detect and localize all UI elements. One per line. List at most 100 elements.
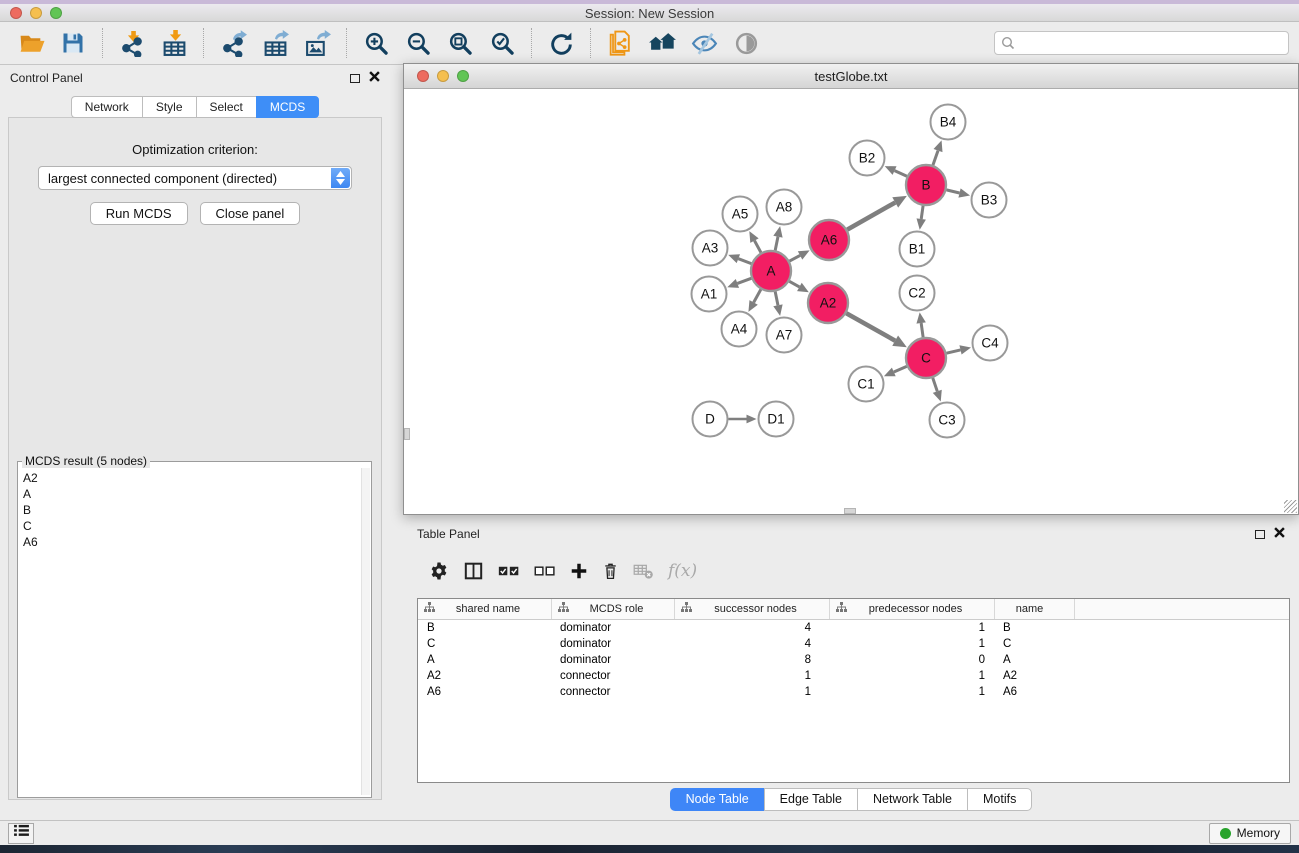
float-panel-icon[interactable]: [350, 74, 360, 83]
table-row[interactable]: Bdominator41B: [418, 620, 1289, 636]
column-header-successor-nodes[interactable]: successor nodes: [675, 599, 830, 619]
graph-edge[interactable]: [921, 323, 923, 337]
show-column-panel-icon[interactable]: [463, 561, 484, 581]
graph-edge[interactable]: [933, 378, 938, 391]
show-graphics-details-icon[interactable]: [731, 28, 761, 58]
graph-edge[interactable]: [754, 241, 760, 253]
cell-shared-name[interactable]: A2: [418, 670, 552, 682]
memory-button[interactable]: Memory: [1209, 823, 1291, 844]
graph-edge[interactable]: [738, 259, 751, 264]
zoom-fit-icon[interactable]: [445, 28, 475, 58]
open-session-icon[interactable]: [16, 28, 46, 58]
resize-grip-icon[interactable]: [1284, 500, 1297, 513]
delete-table-icon[interactable]: [633, 562, 654, 580]
tab-style[interactable]: Style: [142, 96, 196, 118]
graph-edge[interactable]: [946, 190, 959, 193]
graph-edge[interactable]: [847, 202, 895, 229]
cell-successors[interactable]: 4: [675, 622, 830, 634]
zoom-in-icon[interactable]: [361, 28, 391, 58]
import-table-icon[interactable]: [159, 28, 189, 58]
cell-mcds-role[interactable]: dominator: [552, 622, 675, 634]
close-panel-icon[interactable]: [369, 69, 380, 87]
result-scrollbar[interactable]: [361, 468, 370, 795]
delete-columns-icon[interactable]: [602, 562, 619, 581]
select-all-columns-icon[interactable]: [498, 564, 520, 578]
cell-predecessors[interactable]: 1: [830, 638, 995, 650]
column-header-name[interactable]: name: [995, 599, 1075, 619]
table-row[interactable]: Cdominator41C: [418, 636, 1289, 652]
function-builder-icon[interactable]: f(x): [668, 561, 697, 581]
graph-edge[interactable]: [775, 292, 778, 306]
cell-successors[interactable]: 8: [675, 654, 830, 666]
tab-motifs[interactable]: Motifs: [967, 788, 1032, 811]
export-table-icon[interactable]: [260, 28, 290, 58]
tab-network-table[interactable]: Network Table: [857, 788, 967, 811]
cell-name[interactable]: A: [995, 654, 1075, 666]
cell-successors[interactable]: 1: [675, 686, 830, 698]
graph-edge[interactable]: [921, 206, 923, 219]
cell-predecessors[interactable]: 1: [830, 622, 995, 634]
cell-successors[interactable]: 4: [675, 638, 830, 650]
table-settings-icon[interactable]: [429, 561, 449, 581]
column-header-mcds-role[interactable]: MCDS role: [552, 599, 675, 619]
tab-edge-table[interactable]: Edge Table: [764, 788, 857, 811]
cell-name[interactable]: C: [995, 638, 1075, 650]
mcds-result-item[interactable]: C: [21, 518, 359, 534]
graph-edge[interactable]: [790, 255, 801, 261]
canvas-horizontal-scroll-thumb[interactable]: [844, 508, 856, 514]
column-header-predecessor-nodes[interactable]: predecessor nodes: [830, 599, 995, 619]
search-input[interactable]: [994, 31, 1289, 55]
cell-successors[interactable]: 1: [675, 670, 830, 682]
apply-layout-icon[interactable]: [546, 28, 576, 58]
cell-shared-name[interactable]: C: [418, 638, 552, 650]
cell-mcds-role[interactable]: dominator: [552, 654, 675, 666]
cell-mcds-role[interactable]: connector: [552, 670, 675, 682]
cell-predecessors[interactable]: 0: [830, 654, 995, 666]
criterion-select[interactable]: largest connected component (directed): [38, 166, 352, 190]
network-graph[interactable]: B4B2BB3A8A5A6A3B1AC2A1A2A4A7C4CC1C3DD1: [404, 90, 1298, 514]
export-network-icon[interactable]: [218, 28, 248, 58]
zoom-out-icon[interactable]: [403, 28, 433, 58]
zoom-selected-icon[interactable]: [487, 28, 517, 58]
graph-edge[interactable]: [789, 281, 799, 287]
export-image-icon[interactable]: [302, 28, 332, 58]
graph-edge[interactable]: [754, 289, 761, 302]
cell-predecessors[interactable]: 1: [830, 670, 995, 682]
save-session-icon[interactable]: [58, 28, 88, 58]
run-mcds-button[interactable]: Run MCDS: [90, 202, 188, 225]
tab-mcds[interactable]: MCDS: [256, 96, 319, 118]
home-views-icon[interactable]: [647, 28, 677, 58]
tab-select[interactable]: Select: [196, 96, 256, 118]
tab-network[interactable]: Network: [71, 96, 142, 118]
graph-edge[interactable]: [846, 313, 895, 340]
network-canvas[interactable]: B4B2BB3A8A5A6A3B1AC2A1A2A4A7C4CC1C3DD1: [404, 90, 1298, 514]
graph-edge[interactable]: [775, 237, 778, 251]
tab-node-table[interactable]: Node Table: [670, 788, 764, 811]
graph-edge[interactable]: [895, 171, 907, 177]
network-from-file-icon[interactable]: [605, 28, 635, 58]
graph-edge[interactable]: [894, 366, 907, 372]
show-task-history-button[interactable]: [8, 823, 34, 844]
cell-shared-name[interactable]: A: [418, 654, 552, 666]
cell-name[interactable]: A6: [995, 686, 1075, 698]
network-window-titlebar[interactable]: testGlobe.txt: [404, 64, 1298, 89]
float-table-panel-icon[interactable]: [1255, 530, 1265, 539]
graph-edge[interactable]: [946, 350, 960, 353]
cell-mcds-role[interactable]: connector: [552, 686, 675, 698]
close-table-panel-icon[interactable]: [1274, 525, 1285, 543]
cell-shared-name[interactable]: B: [418, 622, 552, 634]
table-row[interactable]: A2connector11A2: [418, 668, 1289, 684]
import-network-icon[interactable]: [117, 28, 147, 58]
graph-edge[interactable]: [933, 151, 938, 166]
cell-shared-name[interactable]: A6: [418, 686, 552, 698]
hide-selected-icon[interactable]: [689, 28, 719, 58]
table-row[interactable]: A6connector11A6: [418, 684, 1289, 700]
cell-predecessors[interactable]: 1: [830, 686, 995, 698]
canvas-vertical-scroll-thumb[interactable]: [404, 428, 410, 440]
mcds-result-item[interactable]: A: [21, 486, 359, 502]
graph-edge[interactable]: [737, 278, 751, 283]
table-row[interactable]: Adominator80A: [418, 652, 1289, 668]
close-panel-button[interactable]: Close panel: [200, 202, 301, 225]
cell-name[interactable]: A2: [995, 670, 1075, 682]
cell-name[interactable]: B: [995, 622, 1075, 634]
